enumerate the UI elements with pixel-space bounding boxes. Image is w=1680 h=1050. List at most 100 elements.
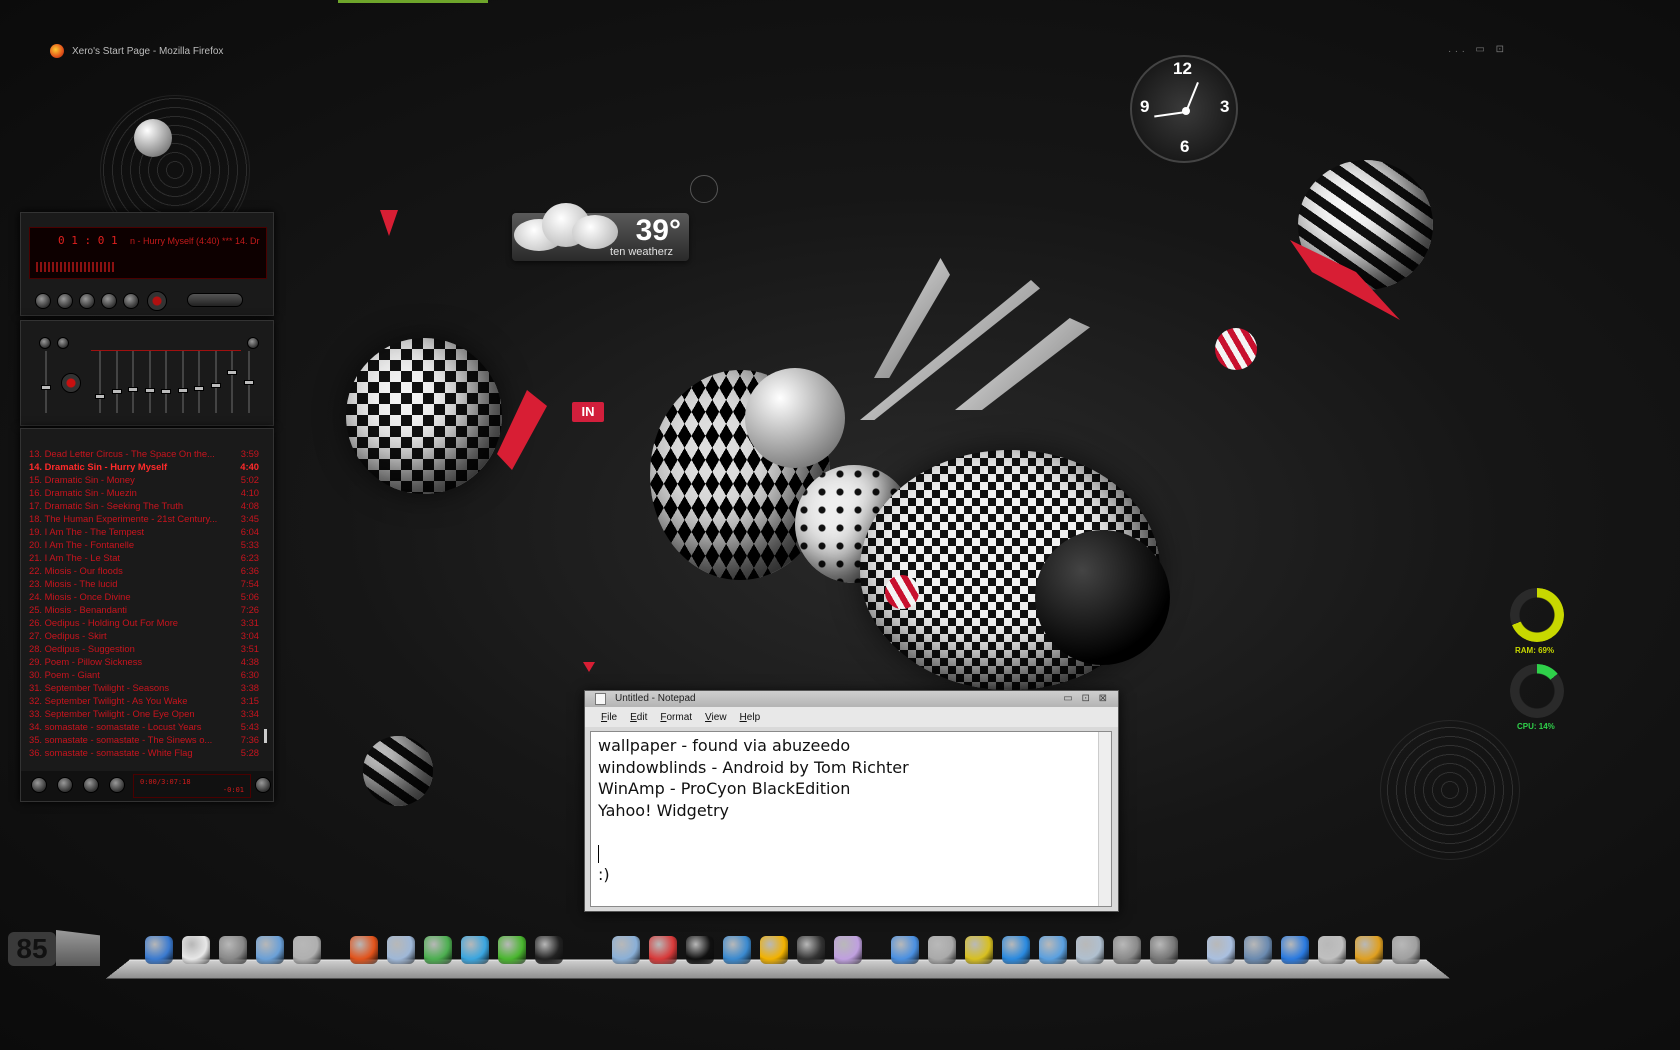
dock-item[interactable]: [1387, 932, 1424, 968]
dock-item[interactable]: [493, 932, 530, 968]
playlist-row[interactable]: 25. Miosis - Benandanti 7:26: [29, 603, 259, 616]
winamp-main-window[interactable]: 0 1 : 0 1 n - Hurry Myself (4:40) *** 14…: [20, 212, 274, 316]
dock-item[interactable]: [755, 932, 792, 968]
playlist-list[interactable]: 13. Dead Letter Circus - The Space On th…: [29, 447, 259, 759]
dock-item[interactable]: [718, 932, 755, 968]
playlist-row[interactable]: 32. September Twilight - As You Wake 3:15: [29, 694, 259, 707]
playlist-list-button[interactable]: [255, 777, 271, 793]
eq-band-slider[interactable]: [111, 351, 122, 413]
dock-item[interactable]: [288, 932, 325, 968]
menu-view[interactable]: View: [705, 712, 727, 723]
eq-slider-knob[interactable]: [243, 379, 254, 385]
menu-format[interactable]: Format: [660, 712, 692, 723]
playlist-row[interactable]: 13. Dead Letter Circus - The Space On th…: [29, 447, 259, 460]
dock-item[interactable]: [140, 932, 177, 968]
playlist-row[interactable]: 36. somastate - somastate - White Flag 5:…: [29, 746, 259, 759]
eq-slider-knob[interactable]: [95, 394, 105, 400]
weather-widget[interactable]: 39° ten weatherz: [512, 203, 689, 261]
dock-item[interactable]: [1202, 932, 1239, 968]
playlist-row[interactable]: 31. September Twilight - Seasons 3:38: [29, 681, 259, 694]
playlist-row[interactable]: 24. Miosis - Once Divine 5:06: [29, 590, 259, 603]
notepad-titlebar[interactable]: Untitled - Notepad ▭ ⊡ ⊠: [585, 691, 1118, 707]
playlist-row[interactable]: 35. somastate - somastate - The Sinews o…: [29, 733, 259, 746]
winamp-playlist[interactable]: 13. Dead Letter Circus - The Space On th…: [20, 428, 274, 802]
dock-item[interactable]: [1276, 932, 1313, 968]
eq-band-slider[interactable]: [144, 351, 155, 413]
volume-slider[interactable]: [187, 293, 243, 307]
eq-slider-knob[interactable]: [144, 388, 155, 394]
playlist-row[interactable]: 33. September Twilight - One Eye Open 3:3…: [29, 707, 259, 720]
playlist-remove-button[interactable]: [57, 777, 73, 793]
notepad-text-area[interactable]: wallpaper - found via abuzeedo windowbli…: [590, 731, 1112, 907]
eq-band-slider[interactable]: [194, 351, 204, 413]
playlist-row[interactable]: 22. Miosis - Our floods 6:36: [29, 564, 259, 577]
stop-button[interactable]: [101, 293, 117, 309]
playlist-row[interactable]: 34. somastate - somastate - Locust Years…: [29, 720, 259, 733]
eq-band-slider[interactable]: [161, 351, 171, 413]
playlist-row[interactable]: 23. Miosis - The lucid 7:54: [29, 577, 259, 590]
eq-slider-knob[interactable]: [210, 383, 221, 389]
window-controls[interactable]: ... ▭ ⊡: [1448, 44, 1508, 55]
playlist-misc-button[interactable]: [109, 777, 125, 793]
dock-item[interactable]: [1350, 932, 1387, 968]
playlist-scrollbar[interactable]: [264, 729, 267, 743]
dock-item[interactable]: [644, 932, 681, 968]
notepad-window[interactable]: Untitled - Notepad ▭ ⊡ ⊠ File Edit Forma…: [584, 690, 1119, 912]
eq-slider-knob[interactable]: [227, 369, 237, 375]
playlist-row[interactable]: 15. Dramatic Sin - Money 5:02: [29, 473, 259, 486]
dock-item[interactable]: [1145, 932, 1182, 968]
playlist-row[interactable]: 14. Dramatic Sin - Hurry Myself 4:40: [29, 460, 259, 473]
eq-slider-knob[interactable]: [194, 385, 204, 391]
eq-toggle-button[interactable]: [39, 337, 51, 349]
logo-85[interactable]: 85: [8, 930, 100, 970]
dock-item[interactable]: [251, 932, 288, 968]
play-button[interactable]: [57, 293, 73, 309]
playlist-add-button[interactable]: [31, 777, 47, 793]
dock-item[interactable]: [345, 932, 382, 968]
eq-slider-knob[interactable]: [128, 386, 138, 392]
next-button[interactable]: [123, 293, 139, 309]
eq-band-slider[interactable]: [243, 351, 254, 413]
dock-item[interactable]: [960, 932, 997, 968]
eq-band-slider[interactable]: [227, 351, 237, 413]
dock-item[interactable]: [792, 932, 829, 968]
dock-item[interactable]: [886, 932, 923, 968]
winamp-equalizer[interactable]: [20, 320, 274, 426]
dock-item[interactable]: [1108, 932, 1145, 968]
dock-item[interactable]: [997, 932, 1034, 968]
dock-item[interactable]: [1034, 932, 1071, 968]
eq-band-slider[interactable]: [128, 351, 138, 413]
dock-item[interactable]: [607, 932, 644, 968]
playlist-row[interactable]: 28. Oedipus - Suggestion 3:51: [29, 642, 259, 655]
dock-item[interactable]: [419, 932, 456, 968]
dock-item[interactable]: [530, 932, 567, 968]
eq-auto-button[interactable]: [57, 337, 69, 349]
eq-band-slider[interactable]: [210, 351, 221, 413]
firefox-titlebar[interactable]: Xero's Start Page - Mozilla Firefox ... …: [40, 40, 1520, 62]
clock-widget[interactable]: 12 3 6 9: [1130, 55, 1238, 163]
dock-item[interactable]: [214, 932, 251, 968]
pause-button[interactable]: [79, 293, 95, 309]
playlist-row[interactable]: 16. Dramatic Sin - Muezin 4:10: [29, 486, 259, 499]
eq-slider-knob[interactable]: [111, 389, 122, 395]
in-badge[interactable]: IN: [572, 402, 604, 422]
prev-button[interactable]: [35, 293, 51, 309]
playlist-row[interactable]: 29. Poem - Pillow Sickness 4:38: [29, 655, 259, 668]
playlist-row[interactable]: 26. Oedipus - Holding Out For More 3:31: [29, 616, 259, 629]
dock-item[interactable]: [1071, 932, 1108, 968]
eq-band-slider[interactable]: [41, 351, 51, 413]
playlist-row[interactable]: 20. I Am The - Fontanelle 5:33: [29, 538, 259, 551]
dock-item[interactable]: [923, 932, 960, 968]
eq-band-slider[interactable]: [177, 351, 188, 413]
menu-edit[interactable]: Edit: [630, 712, 647, 723]
dock-item[interactable]: [177, 932, 214, 968]
eq-slider-knob[interactable]: [177, 388, 188, 394]
eq-band-slider[interactable]: [95, 351, 105, 413]
dock-item[interactable]: [1313, 932, 1350, 968]
dock-item[interactable]: [829, 932, 866, 968]
playlist-row[interactable]: 30. Poem - Giant 6:30: [29, 668, 259, 681]
eq-preamp-knob[interactable]: [61, 373, 81, 393]
playlist-row[interactable]: 18. The Human Experimente - 21st Century…: [29, 512, 259, 525]
playlist-row[interactable]: 17. Dramatic Sin - Seeking The Truth 4:08: [29, 499, 259, 512]
notepad-window-controls[interactable]: ▭ ⊡ ⊠: [1063, 691, 1110, 707]
